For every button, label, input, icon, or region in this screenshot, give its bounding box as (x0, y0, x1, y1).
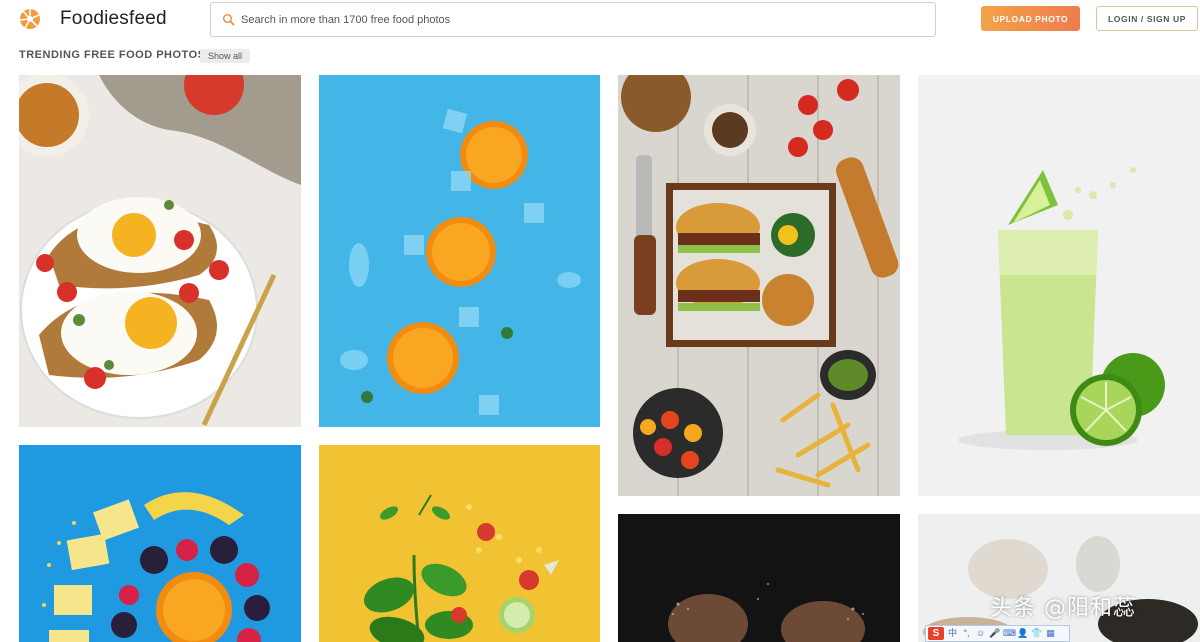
upload-photo-button[interactable]: UPLOAD PHOTO (981, 6, 1080, 31)
photo-lime-juice (918, 75, 1200, 496)
ime-voice-icon[interactable]: 🎤 (989, 628, 1000, 639)
show-all-button[interactable]: Show all (200, 49, 250, 63)
search-input[interactable] (241, 10, 901, 30)
ime-skin-icon[interactable]: 👕 (1031, 628, 1042, 639)
photo-card[interactable] (918, 514, 1200, 642)
photo-oranges-blue (319, 75, 600, 427)
ime-toolbar[interactable]: S 中 °, ☺ 🎤 ⌨ 👤 👕 ▦ (925, 625, 1070, 642)
ime-logo-icon[interactable]: S (928, 627, 944, 640)
photo-bright-table (918, 514, 1200, 642)
photo-card[interactable] (19, 75, 301, 427)
ime-emoji-icon[interactable]: ☺ (975, 628, 986, 639)
photo-basil-yellow (319, 445, 600, 642)
section-title: TRENDING FREE FOOD PHOTOS (19, 49, 206, 61)
brand-name[interactable]: Foodiesfeed (60, 8, 167, 30)
photo-card[interactable] (319, 445, 600, 642)
search-icon (223, 14, 235, 26)
photo-flour-hands (618, 514, 900, 642)
photo-fruit-spiral (19, 445, 301, 642)
photo-card[interactable] (319, 75, 600, 427)
photo-burgers (618, 75, 900, 496)
photo-card[interactable] (918, 75, 1200, 496)
photo-card[interactable] (618, 514, 900, 642)
photo-card[interactable] (19, 445, 301, 642)
login-signup-button[interactable]: LOGIN / SIGN UP (1096, 6, 1198, 31)
search-box[interactable] (210, 2, 936, 37)
site-header: Foodiesfeed UPLOAD PHOTO LOGIN / SIGN UP (0, 0, 1200, 40)
logo-icon[interactable] (19, 8, 41, 30)
ime-keyboard-icon[interactable]: ⌨ (1003, 628, 1016, 639)
photo-eggs-toast (19, 75, 301, 427)
photo-card[interactable] (618, 75, 900, 496)
ime-chinese-toggle[interactable]: 中 (947, 628, 958, 639)
ime-punctuation-icon[interactable]: °, (961, 628, 972, 639)
ime-menu-icon[interactable]: ▦ (1045, 628, 1056, 639)
watermark-text: 头条 @阳和蕊 (990, 596, 1136, 621)
ime-user-icon[interactable]: 👤 (1017, 628, 1028, 639)
